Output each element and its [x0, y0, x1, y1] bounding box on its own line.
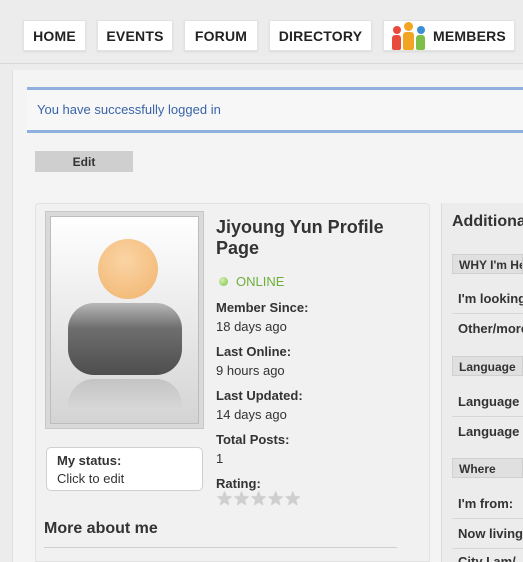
nav-home-label: HOME	[33, 27, 76, 44]
rating-stars[interactable]: ★ ★ ★ ★ ★	[216, 490, 301, 509]
section-where-heading: Where	[452, 458, 523, 478]
last-updated-value: 14 days ago	[216, 407, 287, 422]
edit-button[interactable]: Edit	[35, 151, 133, 172]
where-row-2: Now living	[458, 526, 523, 541]
nav-forum-label: FORUM	[194, 27, 248, 44]
nav-events[interactable]: EVENTS	[97, 20, 173, 51]
divider	[452, 313, 523, 314]
notice-text: You have successfully logged in	[37, 102, 221, 117]
total-posts-value: 1	[216, 451, 224, 466]
nav-directory-label: DIRECTORY	[278, 27, 363, 44]
section-why-heading: WHY I'm Here	[452, 254, 523, 274]
last-updated-label: Last Updated:	[216, 388, 303, 403]
members-icon	[392, 21, 426, 50]
profile-title: Jiyoung Yun Profile Page	[216, 217, 384, 258]
avatar-reflection	[68, 379, 182, 409]
login-success-notice: You have successfully logged in	[27, 87, 523, 133]
nav-members[interactable]: MEMBERS	[383, 20, 515, 51]
online-status-text: ONLINE	[236, 274, 285, 289]
avatar-head	[98, 239, 158, 299]
online-dot-icon	[219, 277, 228, 286]
status-label: My status:	[57, 453, 122, 468]
member-since-label: Member Since:	[216, 300, 309, 315]
my-status-box[interactable]: My status: Click to edit	[46, 447, 203, 491]
total-posts: Total Posts: 1	[216, 430, 289, 468]
language-row-1: Language	[458, 394, 520, 409]
rating-star-icon[interactable]: ★	[216, 490, 233, 509]
nav-directory[interactable]: DIRECTORY	[269, 20, 372, 51]
additional-info-title: Additional	[452, 213, 523, 230]
status-value: Click to edit	[57, 471, 125, 486]
divider	[452, 518, 523, 519]
rating-star-icon[interactable]: ★	[267, 490, 284, 509]
last-online: Last Online: 9 hours ago	[216, 342, 291, 380]
last-updated: Last Updated: 14 days ago	[216, 386, 303, 424]
rating-star-icon[interactable]: ★	[250, 490, 267, 509]
divider	[452, 548, 523, 549]
section-language-heading: Language	[452, 356, 523, 376]
avatar-body	[68, 303, 182, 375]
where-row-1: I'm from:	[458, 496, 514, 511]
online-indicator: ONLINE	[219, 274, 284, 289]
edit-button-label: Edit	[72, 154, 96, 169]
nav-forum[interactable]: FORUM	[184, 20, 258, 51]
avatar[interactable]	[45, 211, 204, 429]
language-row-2: Language	[458, 424, 520, 439]
where-row-3: City I am/	[458, 554, 516, 562]
why-row-1: I'm looking	[458, 291, 523, 306]
total-posts-label: Total Posts:	[216, 432, 290, 447]
nav-events-label: EVENTS	[106, 27, 164, 44]
rating-star-icon[interactable]: ★	[233, 490, 250, 509]
nav-home[interactable]: HOME	[23, 20, 86, 51]
why-row-2: Other/more	[458, 321, 523, 336]
last-online-label: Last Online:	[216, 344, 292, 359]
member-since: Member Since: 18 days ago	[216, 298, 308, 336]
member-since-value: 18 days ago	[216, 319, 287, 334]
default-avatar-image	[50, 216, 199, 424]
more-about-me-divider	[44, 547, 397, 548]
rating-star-icon[interactable]: ★	[284, 490, 301, 509]
nav-members-label: MEMBERS	[433, 27, 506, 44]
more-about-me-title: More about me	[44, 520, 158, 537]
divider	[452, 416, 523, 417]
last-online-value: 9 hours ago	[216, 363, 285, 378]
